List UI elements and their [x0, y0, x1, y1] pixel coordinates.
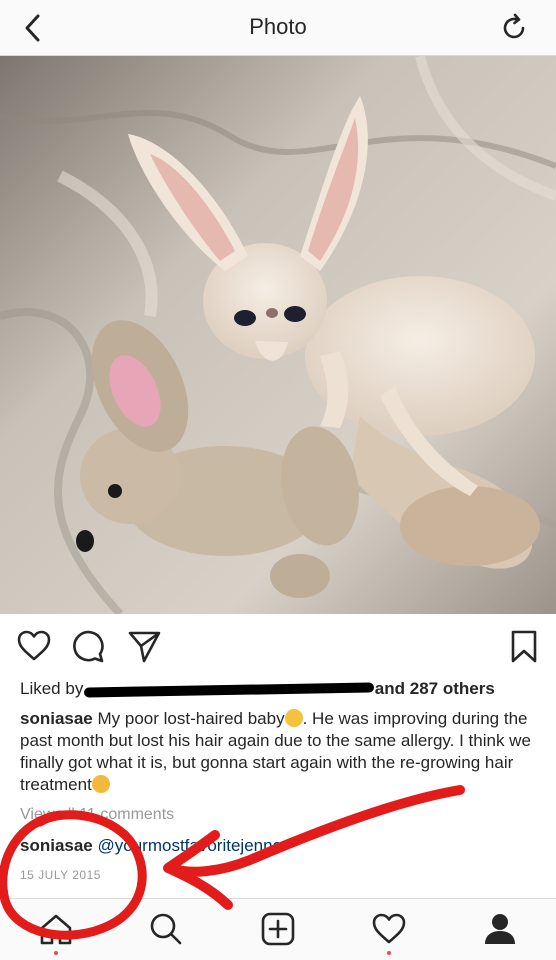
activity-notification-dot — [387, 951, 391, 955]
refresh-icon[interactable] — [498, 12, 530, 44]
post-caption: soniasae My poor lost-haired baby. He wa… — [20, 708, 540, 796]
comment-row: soniasae @yourmostfavoritejenner — [20, 836, 288, 856]
liked-by-label: Liked by — [20, 679, 84, 698]
search-icon[interactable] — [148, 911, 184, 947]
activity-heart-icon[interactable] — [371, 911, 407, 947]
post-photo[interactable] — [0, 56, 556, 614]
top-navigation-bar: Photo — [0, 0, 556, 56]
caption-text-1: My poor lost-haired baby — [97, 709, 285, 728]
redacted-usernames — [83, 681, 375, 698]
home-icon[interactable] — [38, 911, 74, 947]
pensive-face-emoji-icon — [91, 775, 110, 793]
likes-line[interactable]: Liked by and 287 others — [20, 678, 550, 700]
comment-username[interactable]: soniasae — [20, 836, 93, 855]
crying-cat-emoji-icon — [284, 709, 303, 727]
profile-icon[interactable] — [482, 911, 518, 947]
view-all-comments-link[interactable]: View all 11 comments — [20, 806, 174, 824]
heart-icon[interactable] — [16, 628, 52, 664]
page-title: Photo — [249, 14, 307, 39]
caption-username[interactable]: soniasae — [20, 709, 93, 728]
send-icon[interactable] — [126, 628, 162, 664]
likes-count[interactable]: and 287 others — [375, 679, 495, 698]
post-actions-bar — [0, 614, 556, 676]
post-date: 15 JULY 2015 — [20, 868, 101, 882]
bottom-tab-bar — [0, 898, 556, 960]
comment-mention[interactable]: @yourmostfavoritejenner — [98, 836, 288, 855]
add-post-icon[interactable] — [260, 911, 296, 947]
comment-icon[interactable] — [70, 628, 106, 664]
home-notification-dot — [54, 951, 58, 955]
bookmark-icon[interactable] — [506, 628, 542, 664]
